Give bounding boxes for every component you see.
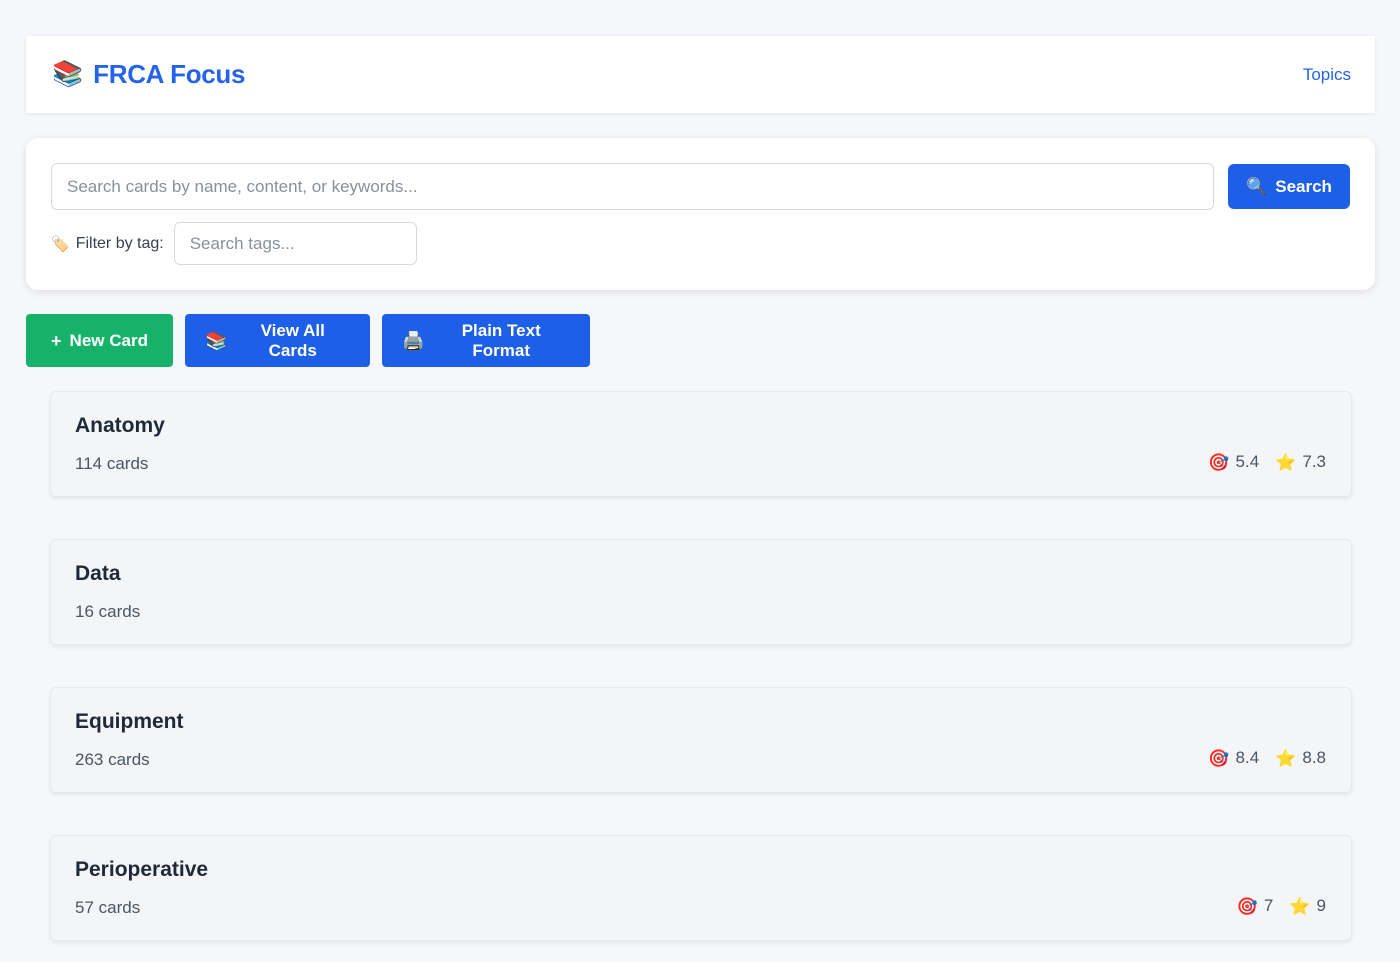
topic-card-perioperative[interactable]: Perioperative 57 cards 🎯 7 ⭐ 9	[50, 835, 1352, 941]
topic-card-data[interactable]: Data 16 cards	[50, 539, 1352, 645]
topic-stats: 🎯 7 ⭐ 9	[1237, 896, 1326, 916]
topic-card-count: 16 cards	[75, 602, 141, 621]
search-icon: 🔍	[1246, 176, 1268, 196]
tag-filter-row: 🏷️ Filter by tag:	[51, 222, 417, 265]
topic-name: Perioperative	[75, 858, 209, 881]
books-icon: 📚	[52, 60, 84, 88]
action-bar: + New Card 📚 View All Cards 🖨️ Plain Tex…	[26, 314, 590, 367]
star-icon: ⭐	[1275, 748, 1297, 768]
star-stat: ⭐ 8.8	[1275, 748, 1326, 768]
target-stat: 🎯 8.4	[1208, 748, 1259, 768]
target-icon: 🎯	[1236, 896, 1258, 916]
star-icon: ⭐	[1275, 452, 1297, 472]
filter-label: 🏷️ Filter by tag:	[51, 235, 164, 253]
books-icon: 📚	[205, 330, 228, 351]
star-icon: ⭐	[1289, 896, 1311, 916]
view-all-cards-label: View All Cards	[260, 320, 325, 360]
tag-icon: 🏷️	[51, 235, 70, 253]
topic-stats: 🎯 8.4 ⭐ 8.8	[1208, 748, 1326, 768]
target-score: 5.4	[1235, 452, 1260, 471]
topic-name: Data	[75, 562, 121, 585]
target-score: 8.4	[1235, 748, 1260, 767]
search-input[interactable]	[51, 163, 1214, 210]
target-stat: 🎯 5.4	[1208, 452, 1259, 472]
filter-label-text: Filter by tag:	[75, 234, 164, 252]
topic-card-count: 263 cards	[75, 750, 150, 769]
search-button[interactable]: 🔍 Search	[1228, 164, 1350, 209]
nav-link-topics[interactable]: Topics	[1303, 65, 1351, 85]
topic-name: Anatomy	[75, 414, 165, 437]
star-rating: 7.3	[1302, 452, 1326, 471]
topic-name: Equipment	[75, 710, 184, 733]
plain-text-format-label: Plain Text Format	[461, 320, 541, 360]
topic-card-count: 57 cards	[75, 898, 141, 917]
star-rating: 9	[1316, 896, 1326, 915]
target-icon: 🎯	[1208, 452, 1230, 472]
star-stat: ⭐ 7.3	[1275, 452, 1326, 472]
target-score: 7	[1263, 896, 1274, 915]
new-card-label: New Card	[69, 330, 148, 350]
topic-card-count: 114 cards	[75, 454, 149, 473]
search-panel: 🔍 Search 🏷️ Filter by tag:	[26, 138, 1375, 290]
tag-search-input[interactable]	[173, 222, 417, 265]
star-rating: 8.8	[1302, 748, 1326, 767]
app-header: 📚 FRCA Focus Topics	[26, 36, 1375, 113]
view-all-cards-button[interactable]: 📚 View All Cards	[185, 314, 370, 367]
plus-icon: +	[51, 330, 62, 351]
search-button-label: Search	[1275, 176, 1332, 196]
app-title: FRCA Focus	[93, 59, 246, 89]
brand[interactable]: 📚 FRCA Focus	[52, 59, 245, 90]
plain-text-format-button[interactable]: 🖨️ Plain Text Format	[382, 314, 590, 367]
topic-card-anatomy[interactable]: Anatomy 114 cards 🎯 5.4 ⭐ 7.3	[50, 391, 1352, 497]
printer-icon: 🖨️	[402, 330, 425, 351]
target-icon: 🎯	[1208, 748, 1230, 768]
topic-card-equipment[interactable]: Equipment 263 cards 🎯 8.4 ⭐ 8.8	[50, 687, 1352, 793]
topic-stats: 🎯 5.4 ⭐ 7.3	[1208, 452, 1326, 472]
new-card-button[interactable]: + New Card	[26, 314, 173, 367]
star-stat: ⭐ 9	[1289, 896, 1326, 916]
target-stat: 🎯 7	[1237, 896, 1274, 916]
